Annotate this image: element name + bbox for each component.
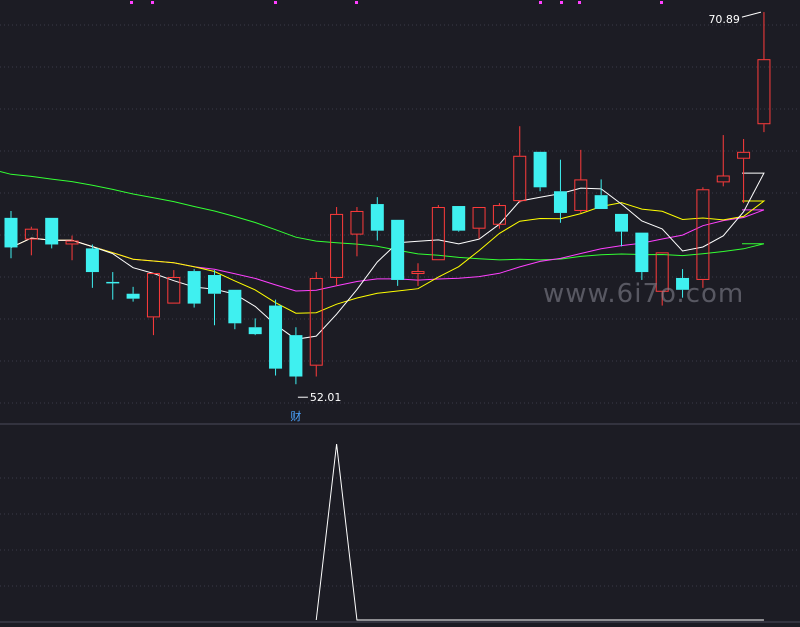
- kline-chart: 70.89 52.01 财 www.6i7o.com: [0, 0, 800, 627]
- candle-body: [553, 191, 567, 213]
- top-marker: [274, 1, 277, 4]
- candle-body: [85, 248, 99, 273]
- candle: [269, 299, 283, 376]
- top-marker: [539, 1, 542, 4]
- candle: [391, 219, 405, 286]
- candle-body: [4, 217, 18, 248]
- candle: [187, 269, 201, 308]
- candle-body: [594, 195, 608, 209]
- candle-body: [228, 289, 242, 324]
- candle: [45, 217, 59, 249]
- financial-report-marker: 财: [290, 409, 301, 423]
- high-price-label: 70.89: [708, 13, 740, 26]
- top-marker: [130, 1, 133, 4]
- candle: [289, 327, 303, 385]
- chart-background: [0, 0, 800, 627]
- candle-body: [533, 151, 547, 188]
- candle-body: [269, 305, 283, 369]
- candle-body: [452, 206, 466, 231]
- candle: [228, 289, 242, 330]
- top-marker: [660, 1, 663, 4]
- top-marker: [151, 1, 154, 4]
- top-marker: [355, 1, 358, 4]
- candle-body: [208, 275, 221, 294]
- candle-body: [248, 327, 262, 335]
- candle-body: [635, 232, 649, 273]
- top-marker: [578, 1, 581, 4]
- candle-body: [187, 271, 201, 304]
- candle-body: [615, 213, 628, 232]
- candle-body: [370, 204, 384, 231]
- candle-body: [45, 217, 59, 245]
- candle-body: [391, 219, 405, 280]
- candle-body: [289, 335, 303, 377]
- watermark-text: www.6i7o.com: [543, 279, 744, 309]
- candle: [452, 206, 466, 232]
- chart-svg: 70.89 52.01 财 www.6i7o.com: [0, 0, 800, 627]
- candle: [533, 151, 547, 192]
- low-price-label: 52.01: [310, 391, 342, 404]
- candle-body: [126, 293, 140, 299]
- candle-body: [106, 281, 120, 284]
- top-marker: [560, 1, 563, 4]
